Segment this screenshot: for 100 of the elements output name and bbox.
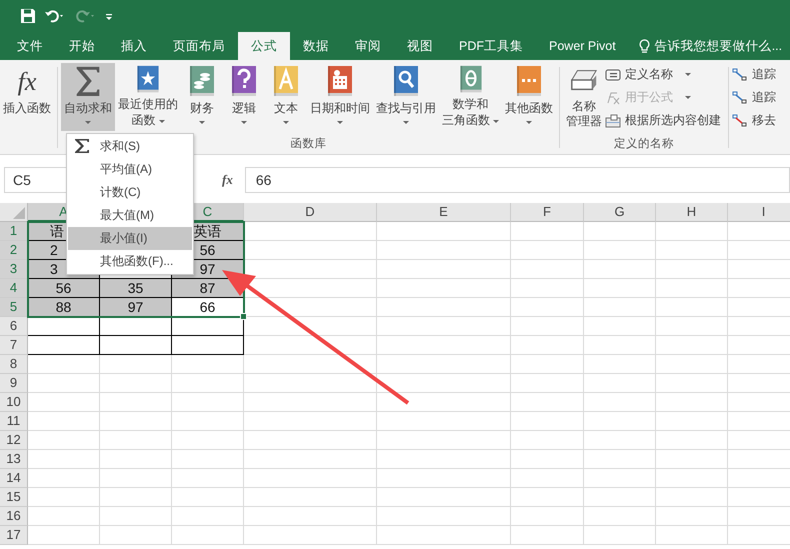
ribbon-tab[interactable]: PDF工具集 — [446, 32, 536, 60]
table-cell — [656, 260, 728, 279]
ribbon-tab[interactable]: 文件 — [4, 32, 56, 60]
fx-icon — [605, 90, 621, 104]
table-cell — [584, 488, 656, 507]
ribbon-tab[interactable]: 开始 — [56, 32, 108, 60]
table-cell — [656, 469, 728, 488]
row-header[interactable]: 10 — [0, 393, 28, 412]
formula-input[interactable]: 66 — [244, 167, 790, 193]
table-cell — [584, 260, 656, 279]
table-cell: 56 — [28, 279, 100, 298]
row-header[interactable]: 6 — [0, 317, 28, 336]
table-cell — [656, 317, 728, 336]
book-icon — [326, 65, 354, 97]
row-header[interactable]: 1 — [0, 222, 28, 241]
insert-function-label[interactable]: fx — [222, 172, 233, 188]
row-header[interactable]: 11 — [0, 412, 28, 431]
row-header[interactable]: 4 — [0, 279, 28, 298]
audit-command-button[interactable]: 追踪 — [732, 65, 780, 84]
table-cell — [584, 279, 656, 298]
row-header[interactable]: 7 — [0, 336, 28, 355]
function-category-button[interactable]: 自动求和 — [61, 63, 115, 131]
row-header[interactable]: 12 — [0, 431, 28, 450]
table-cell — [656, 298, 728, 317]
ribbon-tab[interactable]: 视图 — [394, 32, 446, 60]
function-category-button[interactable]: 日期和时间 — [307, 63, 373, 131]
ribbon-tab[interactable]: 审阅 — [342, 32, 394, 60]
tell-me-search[interactable]: 告诉我您想要做什么... — [628, 32, 782, 60]
function-category-button[interactable]: 查找与引用 — [373, 63, 439, 131]
book-icon — [515, 65, 543, 97]
table-cell — [656, 431, 728, 450]
table-cell — [584, 412, 656, 431]
row-header[interactable]: 5 — [0, 298, 28, 317]
ribbon-tab[interactable]: 公式 — [238, 32, 290, 60]
table-cell — [656, 336, 728, 355]
name-command-button[interactable]: 根据所选内容创建 — [605, 111, 725, 130]
tell-me-text: 告诉我您想要做什么... — [654, 38, 782, 54]
row-header[interactable]: 15 — [0, 488, 28, 507]
table-cell — [656, 222, 728, 241]
row-header[interactable]: 16 — [0, 507, 28, 526]
ribbon-tab[interactable]: 页面布局 — [160, 32, 238, 60]
table-cell — [584, 241, 656, 260]
lightbulb-icon — [638, 38, 650, 54]
menu-item[interactable]: 计数(C) — [68, 181, 192, 204]
row-header[interactable]: 8 — [0, 355, 28, 374]
book-icon — [392, 65, 420, 97]
column-header[interactable]: E — [377, 203, 511, 222]
audit-command-button[interactable]: 移去 — [732, 111, 780, 130]
row-header[interactable]: 3 — [0, 260, 28, 279]
ribbon-tab[interactable]: Power Pivot — [536, 32, 629, 60]
trace-arrow-icon — [732, 114, 748, 128]
menu-item[interactable]: 求和(S) — [68, 135, 192, 158]
row-header[interactable]: 2 — [0, 241, 28, 260]
function-category-button[interactable]: 最近使用的 函数 — [115, 63, 181, 131]
column-header[interactable]: I — [728, 203, 790, 222]
row-header[interactable]: 17 — [0, 526, 28, 545]
menu-item[interactable]: 最小值(I) — [68, 227, 192, 250]
ribbon-tab[interactable]: 插入 — [108, 32, 160, 60]
ribbon-tab[interactable]: 数据 — [290, 32, 342, 60]
table-cell: 35 — [100, 279, 172, 298]
trace-arrow-icon — [732, 68, 748, 82]
function-category-button[interactable]: 逻辑 — [223, 63, 265, 131]
table-cell — [584, 507, 656, 526]
table-cell — [584, 450, 656, 469]
table-cell — [656, 393, 728, 412]
table-cell — [584, 393, 656, 412]
function-category-button[interactable]: 财务 — [181, 63, 223, 131]
name-command-button[interactable]: 定义名称 — [605, 65, 725, 84]
table-cell — [656, 450, 728, 469]
sigma-icon — [74, 138, 90, 154]
column-header[interactable]: D — [244, 203, 377, 222]
label-icon — [605, 68, 621, 82]
table-cell — [656, 241, 728, 260]
save-icon[interactable] — [20, 8, 36, 24]
insert-function-button[interactable]: fx 插入函数 — [0, 63, 54, 131]
undo-icon[interactable] — [44, 8, 66, 24]
row-header[interactable]: 9 — [0, 374, 28, 393]
column-header[interactable]: G — [584, 203, 656, 222]
table-cell — [656, 374, 728, 393]
function-category-button[interactable]: 其他函数 — [502, 63, 556, 131]
table-cell — [656, 507, 728, 526]
name-manager-button[interactable]: 名称 管理器 — [563, 63, 605, 131]
row-header[interactable]: 14 — [0, 469, 28, 488]
table-cell — [656, 488, 728, 507]
function-category-button[interactable]: 文本 — [265, 63, 307, 131]
trace-arrow-icon — [732, 90, 748, 104]
table-cell — [584, 317, 656, 336]
table-cell — [656, 526, 728, 545]
column-header[interactable]: H — [656, 203, 728, 222]
table-cell — [584, 336, 656, 355]
row-header[interactable]: 13 — [0, 450, 28, 469]
function-category-button[interactable]: 数学和 三角函数 — [439, 63, 502, 131]
column-header[interactable]: F — [511, 203, 584, 222]
group-label: 定义的名称 — [614, 136, 674, 152]
table-cell — [656, 412, 728, 431]
group-label: 函数库 — [290, 136, 326, 152]
table-cell — [656, 279, 728, 298]
table-cell — [584, 298, 656, 317]
menu-item[interactable]: 平均值(A) — [68, 158, 192, 181]
audit-command-button[interactable]: 追踪 — [732, 88, 780, 107]
